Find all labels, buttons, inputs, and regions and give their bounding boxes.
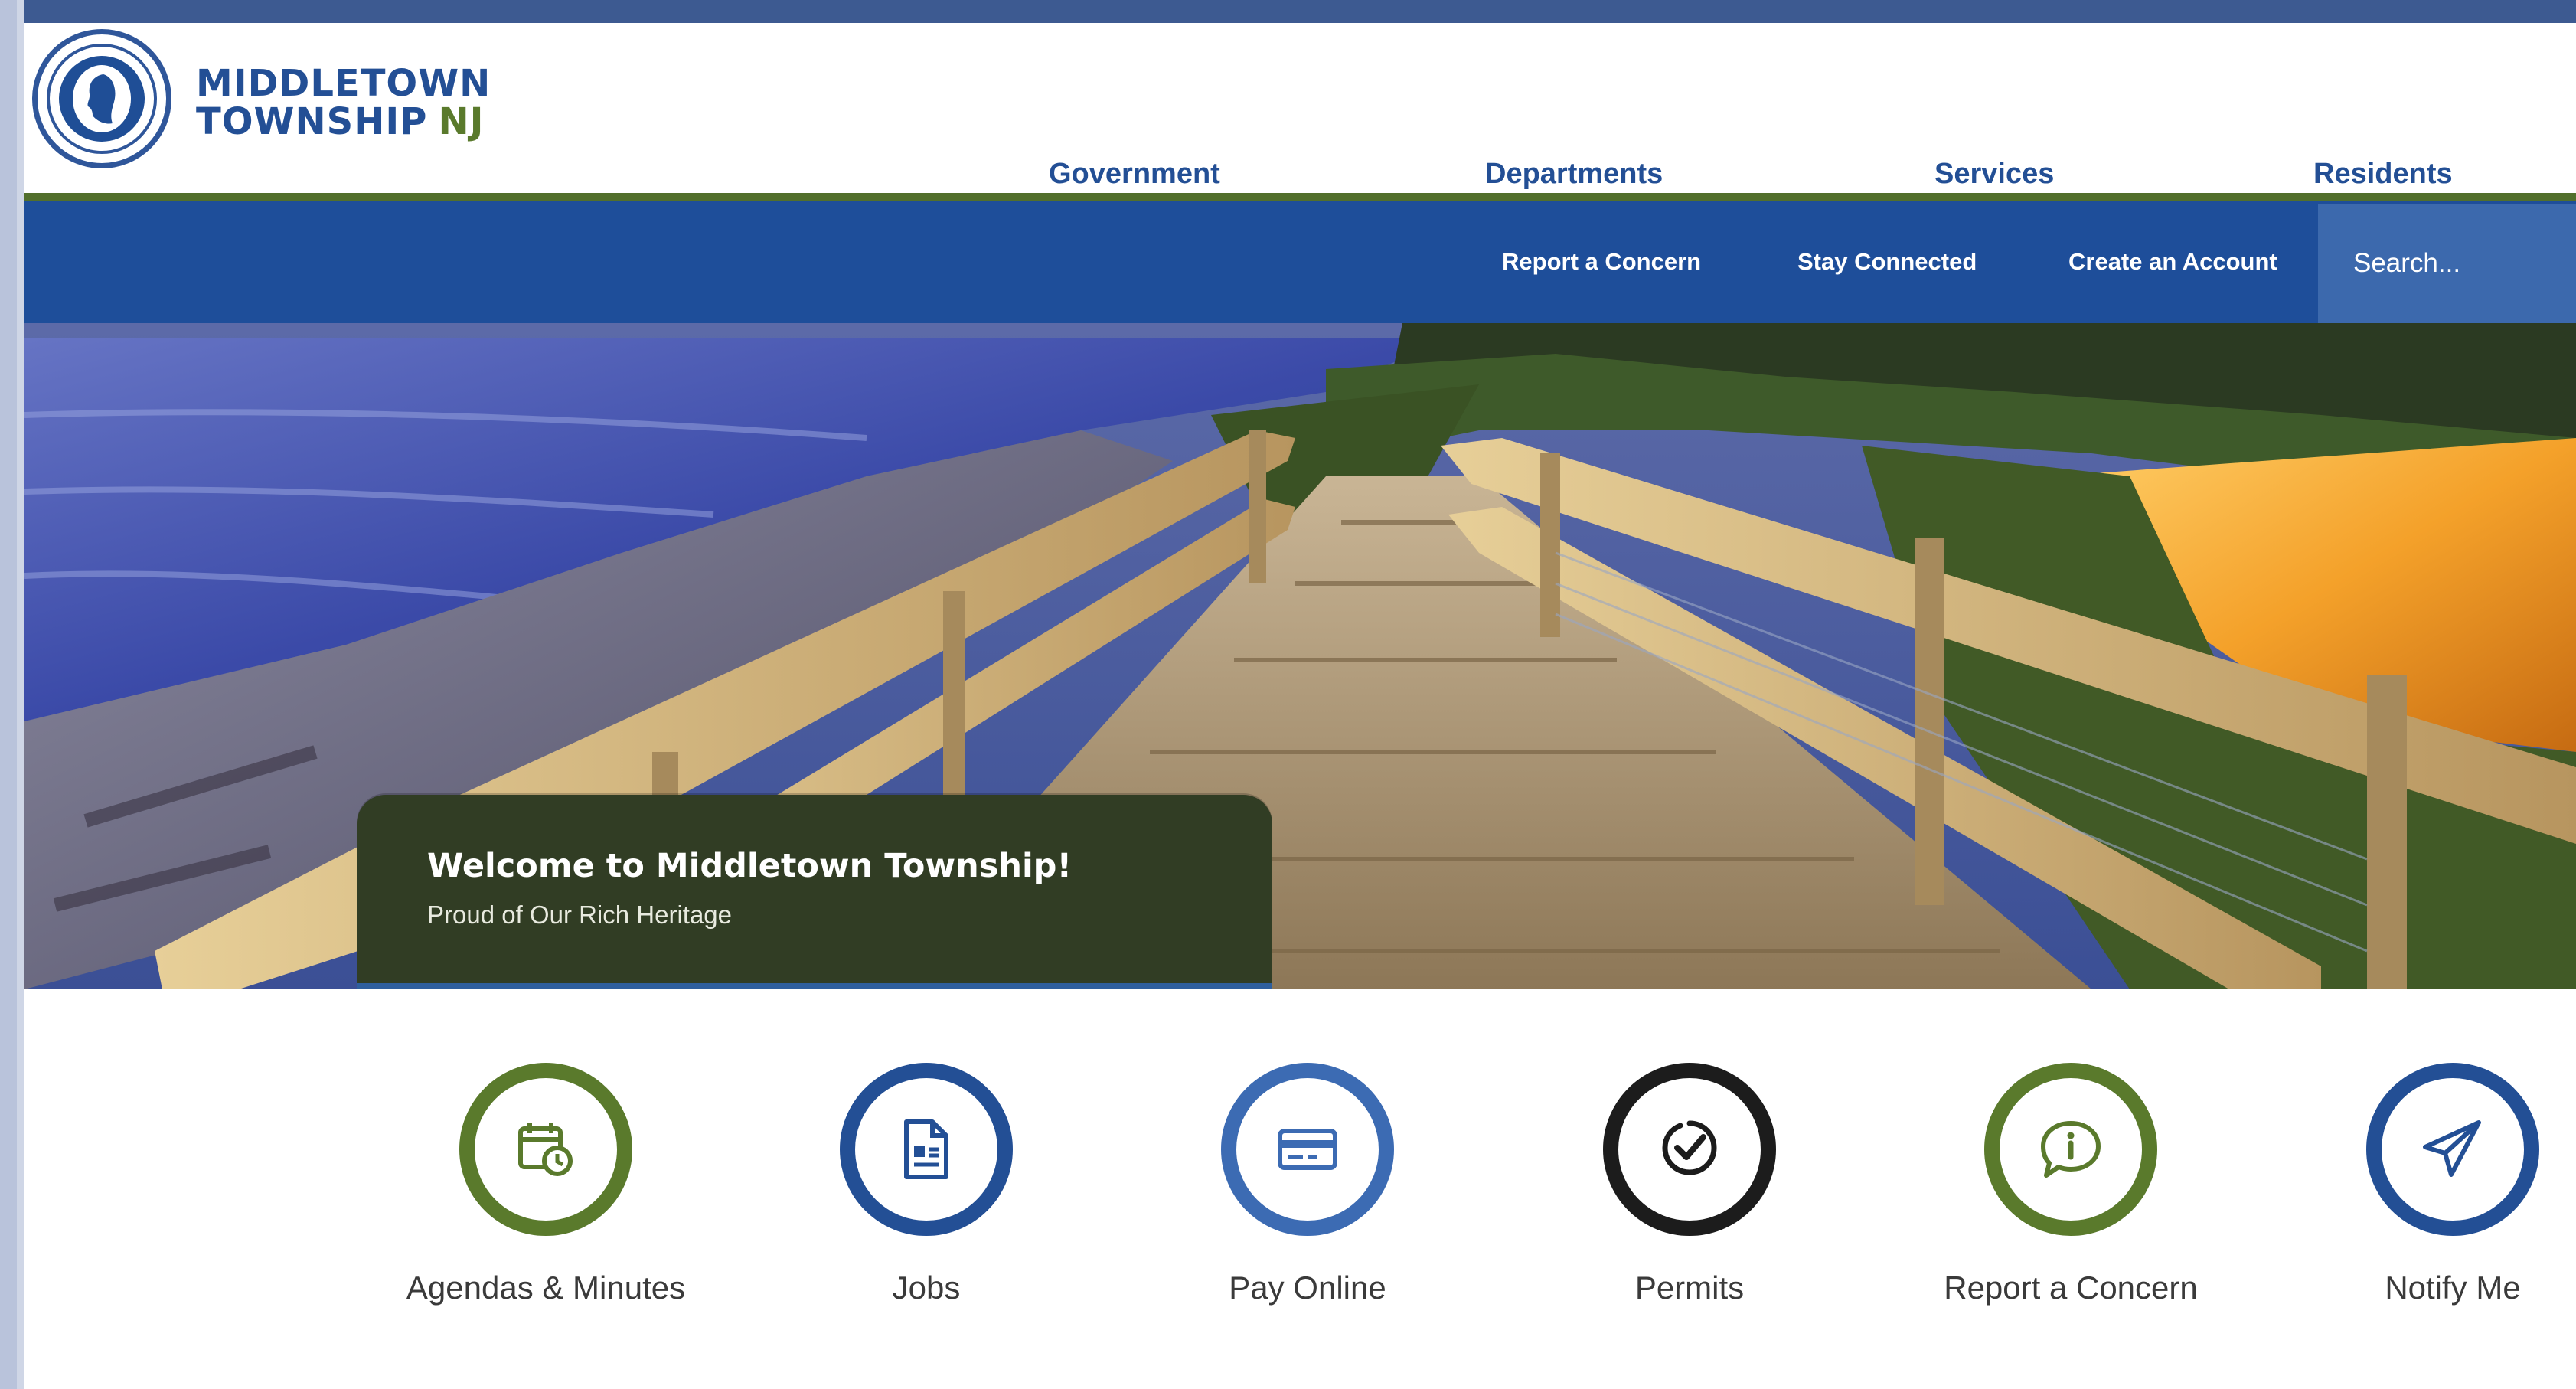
search-input[interactable] (2318, 204, 2576, 323)
site-logo-text[interactable]: MIDDLETOWN TOWNSHIP NJ (196, 64, 491, 141)
info-chat-icon (2041, 1121, 2101, 1178)
quicklink-agendas-circle (459, 1063, 632, 1236)
check-badge-icon (1662, 1120, 1717, 1175)
nav-services[interactable]: Services (1934, 158, 2054, 191)
seal-silhouette-icon (73, 65, 131, 132)
utility-stay-connected[interactable]: Stay Connected (1797, 248, 1977, 276)
logo-township: TOWNSHIP (196, 100, 428, 143)
quicklink-report-circle (1984, 1063, 2157, 1236)
calendar-clock-icon (518, 1123, 573, 1176)
credit-card-icon (1278, 1129, 1337, 1170)
quicklink-agendas-minutes[interactable]: Agendas & Minutes (385, 1063, 707, 1306)
logo-line-1: MIDDLETOWN (196, 62, 491, 105)
nav-government[interactable]: Government (1049, 158, 1220, 191)
quicklink-label: Pay Online (1229, 1270, 1386, 1306)
top-stripe (0, 0, 2576, 23)
utility-create-account[interactable]: Create an Account (2068, 248, 2277, 276)
quicklink-label: Jobs (892, 1270, 961, 1306)
nav-residents[interactable]: Residents (2313, 158, 2453, 191)
nav-departments[interactable]: Departments (1485, 158, 1663, 191)
hero-banner: Welcome to Middletown Township! Proud of… (24, 323, 2576, 989)
quicklink-label: Permits (1634, 1270, 1745, 1306)
quicklink-report-concern[interactable]: Report a Concern (1910, 1063, 2232, 1306)
logo-state: NJ (438, 100, 485, 143)
quicklink-label: Notify Me (2385, 1270, 2521, 1306)
search-box (2318, 204, 2576, 323)
quicklink-pay-circle (1221, 1063, 1394, 1236)
paper-plane-icon (2423, 1120, 2481, 1177)
quicklink-label: Report a Concern (1944, 1270, 2198, 1306)
quicklink-notify-circle (2366, 1063, 2539, 1236)
quicklink-permits-circle (1603, 1063, 1776, 1236)
township-seal-icon[interactable] (32, 29, 171, 168)
logo-line-2: TOWNSHIP NJ (196, 103, 491, 141)
hero-card-accent (357, 983, 1272, 989)
site-header: MIDDLETOWN TOWNSHIP NJ Government Departm… (24, 23, 2576, 193)
document-icon (904, 1119, 948, 1179)
quicklink-permits[interactable]: Permits (1529, 1063, 1850, 1306)
hero-welcome-card: Welcome to Middletown Township! Proud of… (357, 795, 1272, 989)
quicklink-pay-online[interactable]: Pay Online (1147, 1063, 1468, 1306)
left-edge-inner (0, 0, 17, 1389)
header-divider (24, 193, 2576, 201)
quicklink-jobs[interactable]: Jobs (766, 1063, 1087, 1306)
quicklink-label: Agendas & Minutes (406, 1270, 686, 1306)
utility-report-concern[interactable]: Report a Concern (1502, 248, 1701, 276)
hero-title: Welcome to Middletown Township! (427, 847, 1073, 885)
quick-links: Agendas & Minutes Jobs Pay Online Permit… (24, 989, 2576, 1389)
quicklink-jobs-circle (840, 1063, 1013, 1236)
hero-subtitle: Proud of Our Rich Heritage (427, 900, 733, 929)
utility-bar: Report a Concern Stay Connected Create a… (24, 201, 2576, 323)
quicklink-notify-me[interactable]: Notify Me (2292, 1063, 2576, 1306)
left-edge-border (0, 0, 24, 1389)
